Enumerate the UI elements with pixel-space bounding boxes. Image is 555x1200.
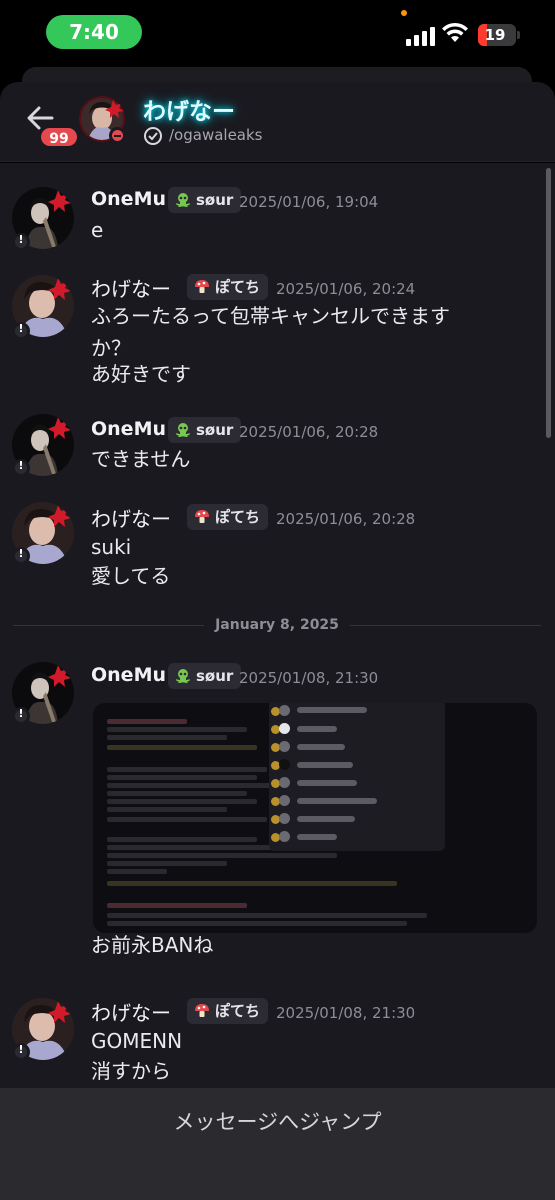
message-timestamp: 2025/01/06, 20:28 bbox=[276, 510, 416, 528]
message-username[interactable]: わげなー bbox=[91, 997, 171, 1026]
mushroom-icon bbox=[195, 1004, 209, 1017]
message-username[interactable]: わげなー bbox=[91, 503, 171, 532]
cellular-signal-icon bbox=[406, 26, 436, 46]
message-text: suki bbox=[91, 535, 132, 559]
status-indicator-icon bbox=[12, 547, 30, 565]
guild-tag[interactable]: ぽてち bbox=[187, 504, 269, 530]
guild-tag[interactable]: søur bbox=[168, 417, 242, 443]
wifi-icon bbox=[442, 22, 468, 42]
message-text: e bbox=[91, 218, 104, 242]
battery-level: 19 bbox=[484, 26, 506, 44]
guild-tag-label: ぽてち bbox=[215, 508, 261, 526]
message-text: ふろーたるって包帯キャンセルできます bbox=[91, 304, 450, 328]
jump-to-message-label: メッセージへジャンプ bbox=[173, 1110, 382, 1134]
status-indicator-icon bbox=[12, 1043, 30, 1061]
verified-badge-icon bbox=[144, 127, 162, 145]
guild-tag-label: ぽてち bbox=[215, 278, 261, 296]
member-list-popup bbox=[269, 703, 445, 851]
guild-tag[interactable]: søur bbox=[168, 187, 242, 213]
battery-icon: 19 bbox=[478, 24, 520, 46]
status-indicator-icon bbox=[12, 233, 30, 251]
guild-tag[interactable]: søur bbox=[168, 663, 242, 689]
scrollbar[interactable] bbox=[546, 168, 551, 438]
skull-icon bbox=[175, 669, 191, 684]
guild-tag-label: søur bbox=[196, 421, 234, 439]
dnd-status-icon bbox=[109, 127, 126, 144]
message-username[interactable]: OneMu bbox=[91, 188, 166, 210]
skull-icon bbox=[175, 423, 191, 438]
header-handle: /ogawaleaks bbox=[169, 126, 263, 144]
message-text: できません bbox=[91, 447, 191, 471]
status-time: 7:40 bbox=[46, 15, 142, 49]
message-timestamp: 2025/01/06, 20:24 bbox=[276, 280, 416, 298]
message-text: GOMENN bbox=[91, 1029, 183, 1053]
mushroom-icon bbox=[195, 510, 209, 523]
guild-tag[interactable]: ぽてち bbox=[187, 274, 269, 300]
status-bar: 7:40 19 bbox=[0, 0, 555, 60]
status-indicator-icon bbox=[12, 322, 30, 340]
message-timestamp: 2025/01/06, 20:28 bbox=[239, 423, 379, 441]
status-indicator-icon bbox=[12, 459, 30, 477]
mushroom-icon bbox=[195, 280, 209, 293]
jump-to-message-button[interactable]: メッセージへジャンプ bbox=[0, 1088, 555, 1154]
message-username[interactable]: OneMu bbox=[91, 664, 166, 686]
skull-icon bbox=[175, 193, 191, 208]
message-text: お前永BANね bbox=[91, 933, 214, 957]
message-timestamp: 2025/01/08, 21:30 bbox=[239, 669, 379, 687]
message-list[interactable]: OneMu søur 2025/01/06, 19:04 e わげなー ぽてち … bbox=[0, 163, 555, 1088]
bottom-safe-area bbox=[0, 1154, 555, 1200]
date-divider-label: January 8, 2025 bbox=[204, 617, 350, 633]
message-timestamp: 2025/01/06, 19:04 bbox=[239, 193, 379, 211]
guild-tag-label: søur bbox=[196, 191, 234, 209]
guild-tag[interactable]: ぽてち bbox=[187, 998, 269, 1024]
message-text: あ好きです bbox=[91, 362, 191, 386]
image-attachment[interactable] bbox=[93, 703, 537, 933]
unread-badge: 99 bbox=[39, 126, 79, 148]
message-text: 消すから bbox=[91, 1059, 171, 1083]
header-display-name: わげなー bbox=[143, 99, 235, 125]
message-username[interactable]: わげなー bbox=[91, 273, 171, 302]
privacy-indicator bbox=[401, 10, 407, 16]
message-username[interactable]: OneMu bbox=[91, 418, 166, 440]
status-indicator-icon bbox=[12, 707, 30, 725]
dm-header: 99 わげなー /ogawaleaks bbox=[0, 82, 555, 162]
message-timestamp: 2025/01/08, 21:30 bbox=[276, 1004, 416, 1022]
guild-tag-label: ぽてち bbox=[215, 1002, 261, 1020]
guild-tag-label: søur bbox=[196, 667, 234, 685]
message-text: 愛してる bbox=[91, 564, 171, 588]
